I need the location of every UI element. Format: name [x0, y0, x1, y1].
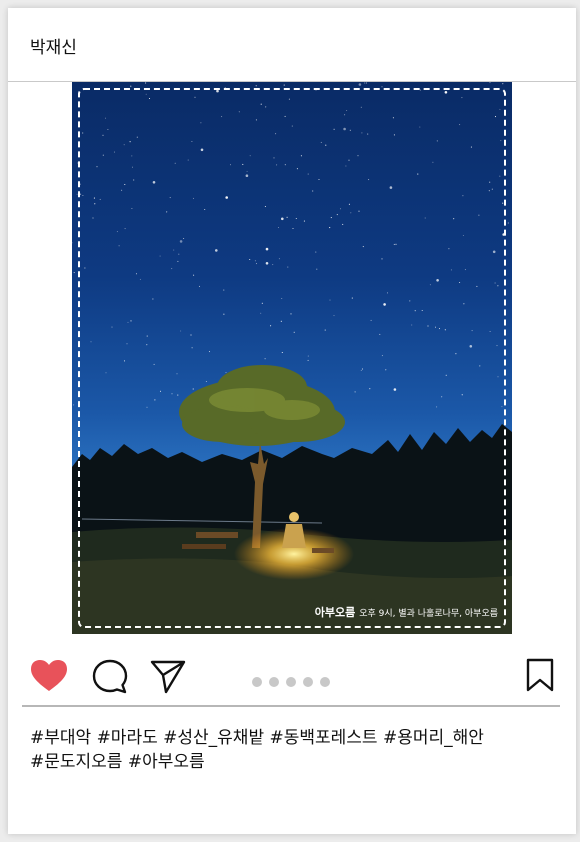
- photo-caption-text: 오후 9시, 별과 나홀로나무, 아부오름: [359, 609, 498, 619]
- post-header: 박재신: [8, 8, 576, 82]
- photo-caption-brand: 아부오름: [314, 606, 356, 619]
- carousel-indicator: [252, 672, 337, 687]
- star: [489, 82, 491, 84]
- hashtag-caption: #부대악 #마라도 #성산_유채밭 #동백포레스트 #용머리_해안 #문도지오름…: [30, 726, 550, 774]
- comment-icon[interactable]: [92, 659, 128, 699]
- carousel-dot[interactable]: [252, 677, 262, 687]
- star: [283, 84, 285, 86]
- carousel-dot[interactable]: [303, 677, 313, 687]
- username[interactable]: 박재신: [30, 33, 77, 58]
- heart-shape: [31, 660, 67, 691]
- star: [507, 222, 509, 224]
- post-photo[interactable]: 아부오름 오후 9시, 별과 나홀로나무, 아부오름: [72, 82, 512, 634]
- star: [502, 83, 504, 85]
- carousel-dot[interactable]: [269, 677, 279, 687]
- star: [358, 83, 362, 86]
- post-card: 박재신 아부오름 오후 9시, 별과 나홀로나무, 아부오름 #부대악 #마라도…: [8, 8, 576, 834]
- divider: [22, 705, 560, 707]
- carousel-dot[interactable]: [286, 677, 296, 687]
- photo-caption: 아부오름 오후 9시, 별과 나홀로나무, 아부오름: [315, 604, 498, 620]
- star: [364, 82, 366, 84]
- hashtag-line[interactable]: #부대악 #마라도 #성산_유채밭 #동백포레스트 #용머리_해안: [30, 726, 550, 750]
- star: [145, 82, 147, 84]
- bookmark-icon[interactable]: [526, 658, 554, 696]
- star: [73, 404, 75, 406]
- star: [73, 272, 75, 274]
- dashed-frame: [78, 88, 506, 628]
- star: [365, 82, 367, 84]
- heart-icon[interactable]: [30, 659, 68, 697]
- send-icon[interactable]: [150, 659, 186, 699]
- carousel-dot[interactable]: [320, 677, 330, 687]
- star: [130, 85, 132, 87]
- action-bar: [8, 648, 576, 698]
- star: [255, 85, 257, 87]
- hashtag-line[interactable]: #문도지오름 #아부오름: [30, 750, 550, 774]
- star: [72, 242, 73, 244]
